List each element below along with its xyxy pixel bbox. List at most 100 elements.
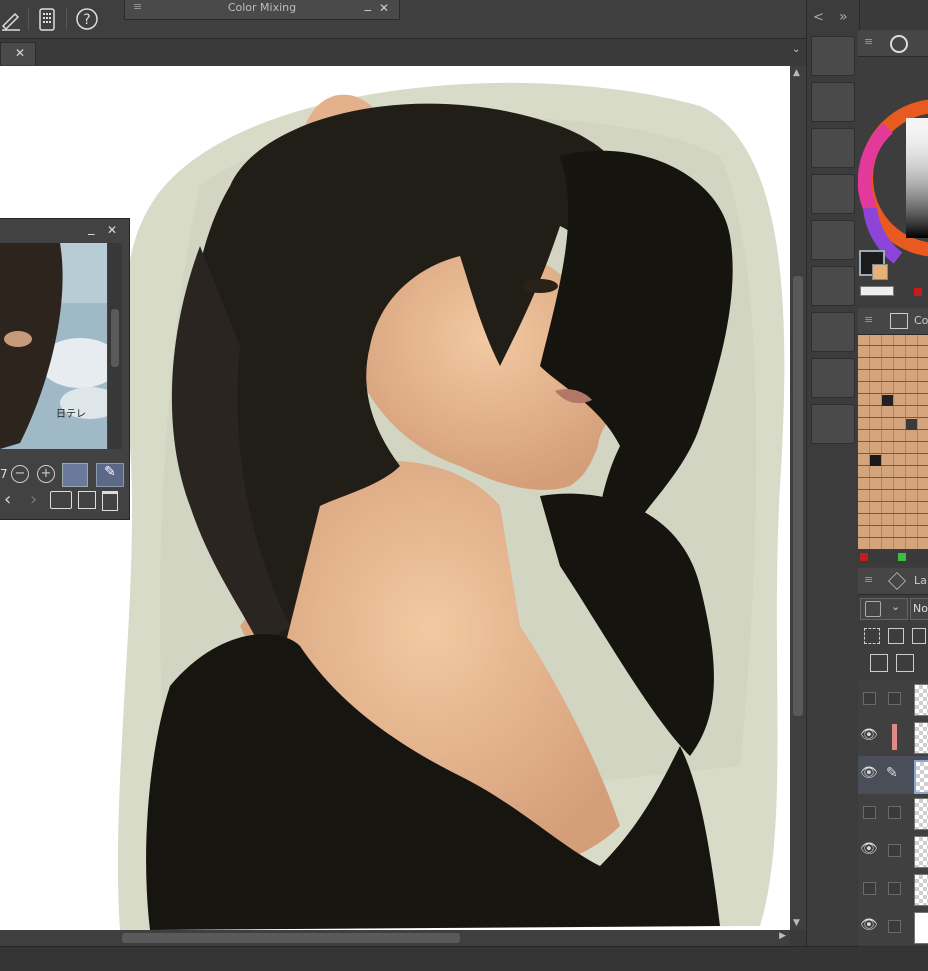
visibility-checkbox[interactable] xyxy=(863,692,876,705)
right-dock: ≡ ≡ Co ≡ La ⌄ No 👁 👁 ✎ 👁 👁 xyxy=(857,30,928,947)
layer-tab-label[interactable]: La xyxy=(914,574,927,587)
visibility-checkbox[interactable] xyxy=(863,806,876,819)
lock-checkbox[interactable] xyxy=(888,920,901,933)
tool-property-palette-icon[interactable] xyxy=(811,220,855,260)
panel-menu-icon[interactable]: ≡ xyxy=(864,573,873,586)
blend-mode-select[interactable]: ⌄ xyxy=(860,598,908,620)
zoom-value: 7 xyxy=(0,467,8,481)
color-mixing-title: Color Mixing xyxy=(227,1,297,14)
zoom-out-icon[interactable]: − xyxy=(11,465,29,483)
color-set-header[interactable]: ≡ Co xyxy=(858,308,928,335)
reference-icon[interactable] xyxy=(888,628,904,644)
tab-list-chevron-icon[interactable]: ⌄ xyxy=(792,44,804,58)
red-indicator xyxy=(860,553,868,561)
previous-icon[interactable]: ‹ xyxy=(4,489,11,510)
sub-color-swatch[interactable] xyxy=(872,264,888,280)
blend-mode-label[interactable]: No xyxy=(910,598,928,620)
close-tab-icon[interactable]: ✕ xyxy=(15,46,25,60)
fit-view-icon[interactable] xyxy=(62,463,88,487)
layer-color-marker[interactable] xyxy=(892,724,897,750)
panel-menu-icon[interactable]: ≡ xyxy=(864,35,873,48)
open-folder-icon[interactable] xyxy=(50,491,72,509)
zoom-in-icon[interactable]: + xyxy=(37,465,55,483)
color-wheel-area[interactable] xyxy=(857,58,928,306)
visibility-checkbox[interactable] xyxy=(863,882,876,895)
scroll-right-arrow-icon[interactable]: ▶ xyxy=(779,931,786,941)
layer-thumbnail[interactable] xyxy=(914,798,928,830)
eye-icon[interactable]: 👁 xyxy=(860,841,878,857)
minimize-icon[interactable]: _ xyxy=(88,221,95,236)
navigator-preview[interactable]: 日テレ xyxy=(0,243,120,449)
layer-thumbnail[interactable] xyxy=(914,836,928,868)
lock-icon[interactable] xyxy=(912,628,926,644)
panel-menu-icon[interactable]: ≡ xyxy=(864,313,873,326)
color-set-footer xyxy=(858,550,928,564)
layer-row[interactable] xyxy=(858,794,928,833)
collapse-arrow-icon[interactable]: < xyxy=(813,10,824,25)
brush-size-palette-icon[interactable] xyxy=(811,266,855,306)
color-set-tab-label[interactable]: Co xyxy=(914,314,928,327)
layer-row[interactable] xyxy=(858,680,928,719)
layer-thumbnail[interactable] xyxy=(914,874,928,906)
color-history-palette-icon[interactable] xyxy=(811,312,855,352)
layer-row[interactable] xyxy=(858,870,928,909)
document-tab[interactable]: ✕ xyxy=(0,42,36,65)
layer-thumbnail[interactable] xyxy=(914,760,928,794)
swap-palette-icon[interactable] xyxy=(811,404,855,444)
top-toolbar: ? xyxy=(0,0,806,39)
eye-icon[interactable]: 👁 xyxy=(860,765,878,781)
layer-row[interactable]: 👁 xyxy=(858,908,928,947)
item-bank-palette-icon[interactable] xyxy=(811,358,855,398)
status-bar xyxy=(0,946,928,971)
layer-row[interactable]: 👁 xyxy=(858,832,928,871)
horizontal-scroll-thumb[interactable] xyxy=(122,933,460,943)
scroll-up-arrow-icon[interactable]: ▲ xyxy=(793,68,800,78)
layer-thumbnail[interactable] xyxy=(914,684,928,716)
eyedropper-icon[interactable]: ✎ xyxy=(96,463,124,487)
navigator-scroll-thumb[interactable] xyxy=(111,309,119,367)
navigator-scrollbar[interactable] xyxy=(108,243,122,449)
expand-arrow-icon[interactable]: » xyxy=(839,9,848,25)
new-raster-layer-icon[interactable] xyxy=(870,654,888,672)
edit-icon[interactable] xyxy=(78,491,96,509)
navigator-palette-icon[interactable] xyxy=(811,36,855,76)
color-wheel-tab-icon[interactable] xyxy=(890,35,908,53)
layer-tab-icon[interactable] xyxy=(888,572,906,590)
layer-property-palette-icon[interactable] xyxy=(811,174,855,214)
trash-icon[interactable] xyxy=(102,491,118,511)
pen-settings-icon[interactable] xyxy=(0,6,26,32)
eye-icon[interactable]: 👁 xyxy=(860,917,878,933)
next-icon[interactable]: › xyxy=(30,489,37,510)
svg-text:?: ? xyxy=(83,12,90,28)
color-mixing-panel-header[interactable]: ≡ Color Mixing _ ✕ xyxy=(124,0,400,20)
minimize-icon[interactable]: _ xyxy=(365,0,372,12)
sub-tool-palette-icon[interactable] xyxy=(811,82,855,122)
color-wheel-header[interactable]: ≡ xyxy=(858,30,928,57)
layer-row[interactable]: 👁 xyxy=(858,718,928,757)
clip-icon[interactable] xyxy=(864,628,880,644)
vertical-scrollbar[interactable]: ▲ ▼ xyxy=(790,66,806,930)
new-vector-layer-icon[interactable] xyxy=(896,654,914,672)
layer-row[interactable]: 👁 ✎ xyxy=(858,756,928,795)
close-icon[interactable]: ✕ xyxy=(379,1,389,15)
material-palette-icon[interactable] xyxy=(811,128,855,168)
layer-panel-header[interactable]: ≡ La xyxy=(858,568,928,595)
lock-checkbox[interactable] xyxy=(888,806,901,819)
eye-icon[interactable]: 👁 xyxy=(860,727,878,743)
editing-pen-icon[interactable]: ✎ xyxy=(886,765,898,781)
layer-thumbnail[interactable] xyxy=(914,912,928,944)
lock-checkbox[interactable] xyxy=(888,692,901,705)
help-icon[interactable]: ? xyxy=(74,6,100,32)
horizontal-scrollbar[interactable]: ▶ xyxy=(0,930,790,946)
vertical-scroll-thumb[interactable] xyxy=(793,276,803,716)
navigator-panel: _ ✕ 日テレ 7 − + ✎ ‹ › xyxy=(0,218,130,520)
lock-checkbox[interactable] xyxy=(888,844,901,857)
color-set-swatches[interactable] xyxy=(858,335,928,549)
close-icon[interactable]: ✕ xyxy=(107,223,117,237)
lock-checkbox[interactable] xyxy=(888,882,901,895)
color-set-tab-icon[interactable] xyxy=(890,313,908,329)
scroll-down-arrow-icon[interactable]: ▼ xyxy=(793,918,800,928)
layer-thumbnail[interactable] xyxy=(914,722,928,754)
smartphone-icon[interactable] xyxy=(34,6,60,32)
transparent-color-swatch[interactable] xyxy=(860,286,894,296)
